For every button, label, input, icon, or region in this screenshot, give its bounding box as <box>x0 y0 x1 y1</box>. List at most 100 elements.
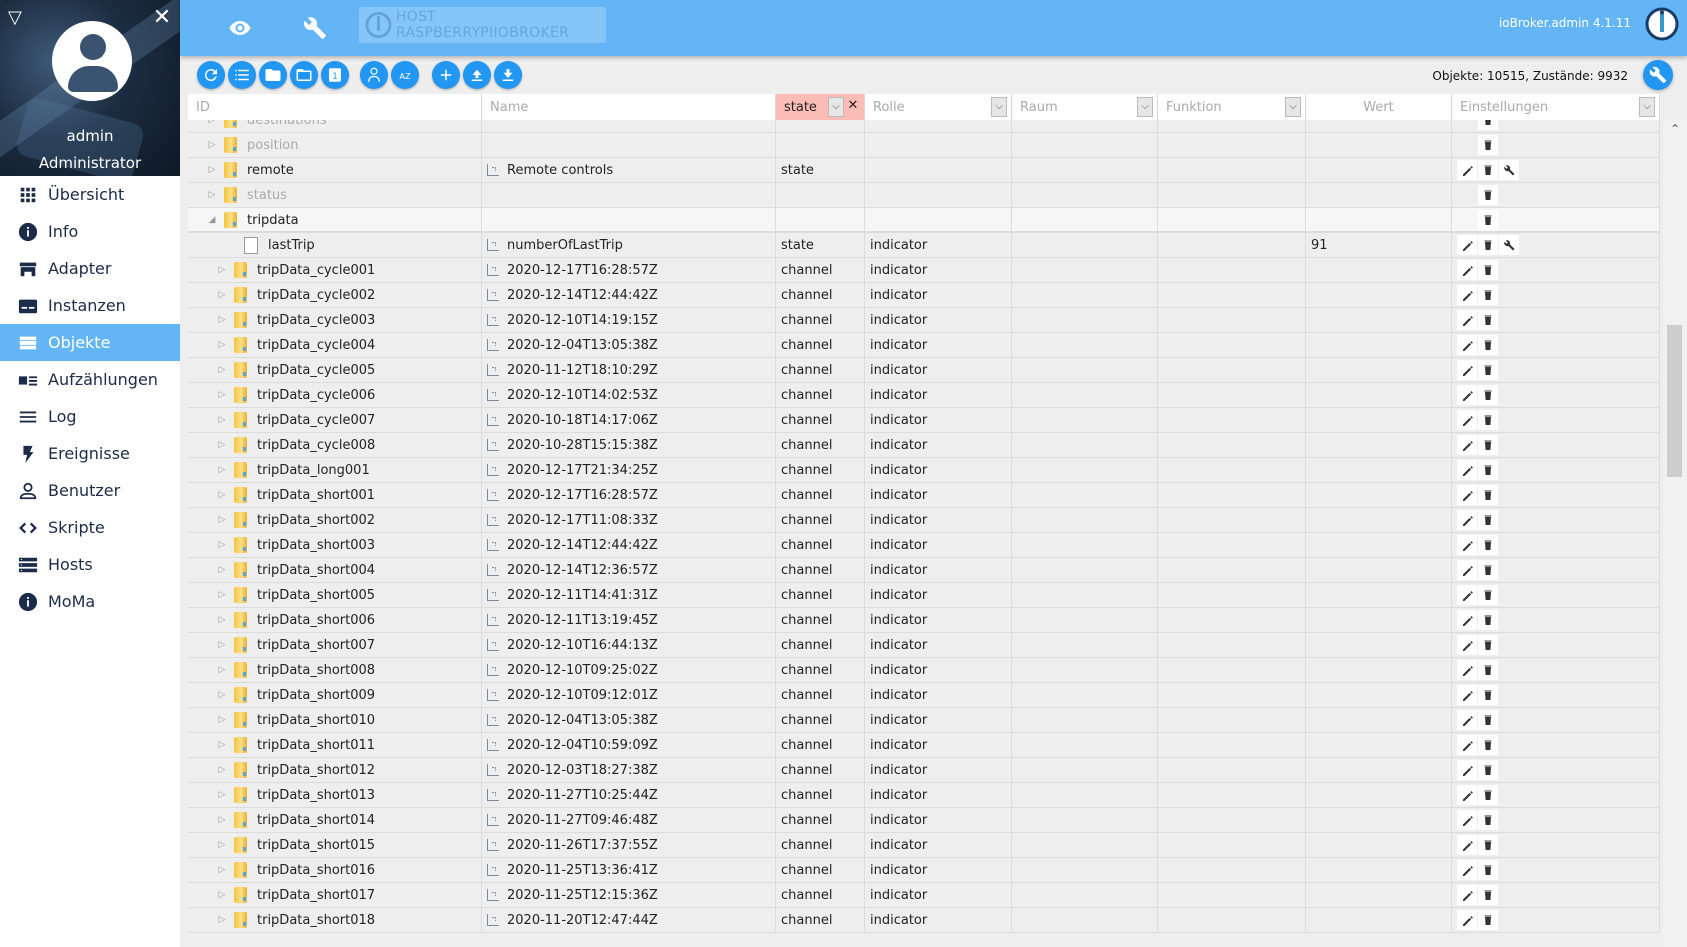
filter-room-dropdown[interactable]: ⌵ <box>1137 97 1153 117</box>
delete-button[interactable] <box>1478 410 1498 430</box>
edit-name-icon[interactable] <box>487 389 499 401</box>
delete-button[interactable] <box>1478 210 1498 230</box>
edit-name-icon[interactable] <box>487 864 499 876</box>
expand-icon[interactable]: ▷ <box>216 315 228 325</box>
cell-value[interactable] <box>1306 208 1452 232</box>
cell-value[interactable] <box>1306 808 1452 832</box>
table-scrollbar[interactable]: ⌃ <box>1663 120 1687 947</box>
table-row[interactable]: ▷ status <box>188 183 1660 208</box>
cell-name[interactable]: 2020-12-17T16:28:57Z <box>482 483 776 507</box>
delete-button[interactable] <box>1478 460 1498 480</box>
table-row[interactable]: ▷ tripData_short003 2020-12-14T12:44:42Z ch… <box>188 533 1660 558</box>
filter-role[interactable]: Rolle ⌵ <box>865 94 1012 120</box>
expand-icon[interactable]: ▷ <box>216 715 228 725</box>
table-row[interactable]: ▷ tripData_short009 2020-12-10T09:12:01Z ch… <box>188 683 1660 708</box>
edit-button[interactable] <box>1457 485 1477 505</box>
cell-name[interactable]: 2020-11-27T10:25:44Z <box>482 783 776 807</box>
cell-name[interactable]: 2020-12-10T09:12:01Z <box>482 683 776 707</box>
sidebar-item-moma[interactable]: MoMa <box>0 583 180 620</box>
cell-name[interactable] <box>482 133 776 157</box>
edit-button[interactable] <box>1457 685 1477 705</box>
edit-button[interactable] <box>1457 535 1477 555</box>
edit-button[interactable] <box>1457 735 1477 755</box>
table-row[interactable]: ▷ tripData_cycle008 2020-10-28T15:15:38Z ch… <box>188 433 1660 458</box>
filter-room[interactable]: Raum ⌵ <box>1012 94 1158 120</box>
table-row[interactable]: ▷ tripData_cycle003 2020-12-10T14:19:15Z ch… <box>188 308 1660 333</box>
sidebar-item-instanzen[interactable]: Instanzen <box>0 287 180 324</box>
cell-name[interactable]: 2020-12-10T14:19:15Z <box>482 308 776 332</box>
expand-icon[interactable]: ▷ <box>216 290 228 300</box>
edit-button[interactable] <box>1457 285 1477 305</box>
edit-name-icon[interactable] <box>487 239 499 251</box>
cell-value[interactable] <box>1306 858 1452 882</box>
expand-icon[interactable]: ▷ <box>216 915 228 925</box>
delete-button[interactable] <box>1478 260 1498 280</box>
delete-button[interactable] <box>1478 485 1498 505</box>
cell-name[interactable]: 2020-12-10T09:25:02Z <box>482 658 776 682</box>
expand-icon[interactable]: ▷ <box>206 190 218 200</box>
config-button[interactable] <box>1499 235 1519 255</box>
edit-name-icon[interactable] <box>487 664 499 676</box>
table-row[interactable]: ◢ tripdata <box>188 208 1660 233</box>
filter-type-dropdown[interactable]: ⌵ <box>828 97 844 117</box>
cell-value[interactable] <box>1306 633 1452 657</box>
close-drawer-icon[interactable]: ✕ <box>152 7 172 29</box>
filter-type-clear-icon[interactable]: ✕ <box>846 98 860 114</box>
edit-button[interactable] <box>1457 435 1477 455</box>
delete-button[interactable] <box>1478 560 1498 580</box>
cell-value[interactable] <box>1306 433 1452 457</box>
cell-name[interactable]: 2020-11-26T17:37:55Z <box>482 833 776 857</box>
expand-all-button[interactable] <box>259 61 287 89</box>
column-settings-dropdown[interactable]: ⌵ <box>1639 97 1655 117</box>
cell-value[interactable] <box>1306 333 1452 357</box>
table-row[interactable]: ▷ tripData_cycle006 2020-12-10T14:02:53Z ch… <box>188 383 1660 408</box>
filter-name[interactable]: Name <box>482 94 776 120</box>
expand-icon[interactable]: ▷ <box>216 665 228 675</box>
expand-icon[interactable]: ▷ <box>216 890 228 900</box>
add-object-button[interactable] <box>432 61 460 89</box>
expand-icon[interactable]: ▷ <box>216 615 228 625</box>
edit-name-icon[interactable] <box>487 539 499 551</box>
scroll-up-icon[interactable]: ⌃ <box>1663 120 1687 138</box>
delete-button[interactable] <box>1478 910 1498 930</box>
table-row[interactable]: ▷ tripData_short002 2020-12-17T11:08:33Z ch… <box>188 508 1660 533</box>
edit-name-icon[interactable] <box>487 489 499 501</box>
delete-button[interactable] <box>1478 310 1498 330</box>
expand-icon[interactable]: ▷ <box>216 515 228 525</box>
delete-button[interactable] <box>1478 185 1498 205</box>
cell-name[interactable]: 2020-12-04T13:05:38Z <box>482 708 776 732</box>
edit-name-icon[interactable] <box>487 789 499 801</box>
delete-button[interactable] <box>1478 360 1498 380</box>
sidebar-item-skripte[interactable]: Skripte <box>0 509 180 546</box>
delete-button[interactable] <box>1478 785 1498 805</box>
expand-icon[interactable]: ▷ <box>216 790 228 800</box>
cell-name[interactable]: 2020-12-11T13:19:45Z <box>482 608 776 632</box>
table-row[interactable]: ▷ tripData_short007 2020-12-10T16:44:13Z ch… <box>188 633 1660 658</box>
delete-button[interactable] <box>1478 135 1498 155</box>
edit-name-icon[interactable] <box>487 689 499 701</box>
edit-button[interactable] <box>1457 160 1477 180</box>
expand-level-button[interactable]: 1 <box>321 61 349 89</box>
table-row[interactable]: ▷ tripData_short017 2020-11-25T12:15:36Z ch… <box>188 883 1660 908</box>
filter-type[interactable]: state ⌵ ✕ <box>776 94 865 120</box>
cell-value[interactable] <box>1306 533 1452 557</box>
cell-value[interactable] <box>1306 508 1452 532</box>
cell-value[interactable] <box>1306 683 1452 707</box>
table-row[interactable]: ▷ tripData_short018 2020-11-20T12:47:44Z ch… <box>188 908 1660 933</box>
cell-value[interactable] <box>1306 483 1452 507</box>
expand-icon[interactable]: ▷ <box>216 465 228 475</box>
delete-button[interactable] <box>1478 435 1498 455</box>
edit-button[interactable] <box>1457 460 1477 480</box>
edit-name-icon[interactable] <box>487 364 499 376</box>
delete-button[interactable] <box>1478 510 1498 530</box>
cell-value[interactable] <box>1306 258 1452 282</box>
cell-value[interactable] <box>1306 158 1452 182</box>
table-row[interactable]: ▷ tripData_short004 2020-12-14T12:36:57Z ch… <box>188 558 1660 583</box>
delete-button[interactable] <box>1478 235 1498 255</box>
expand-icon[interactable]: ▷ <box>216 740 228 750</box>
cell-name[interactable]: numberOfLastTrip <box>482 233 776 257</box>
edit-button[interactable] <box>1457 910 1477 930</box>
edit-button[interactable] <box>1457 335 1477 355</box>
collapse-all-button[interactable] <box>290 61 318 89</box>
sort-button[interactable]: AZ <box>391 61 419 89</box>
